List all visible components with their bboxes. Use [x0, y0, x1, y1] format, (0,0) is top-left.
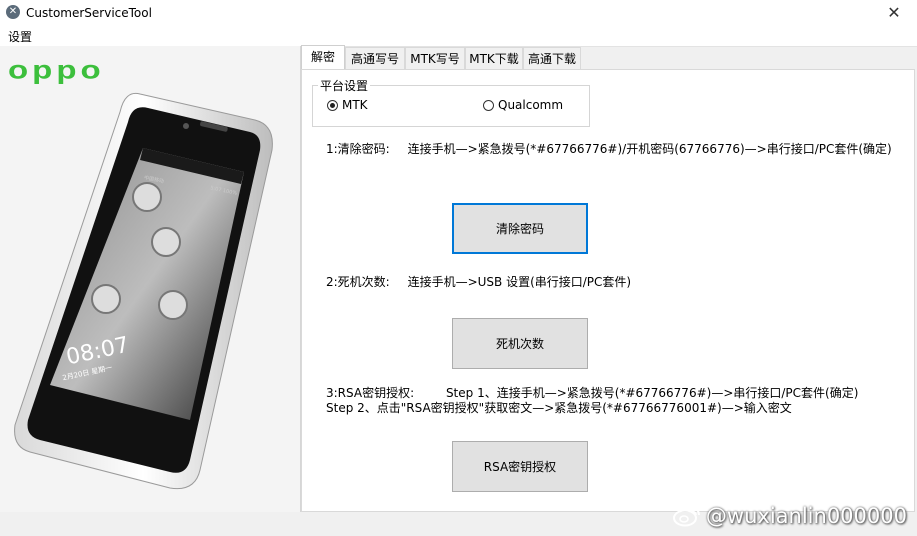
- death-count-button[interactable]: 死机次数: [452, 318, 588, 369]
- tab-mtk-write[interactable]: MTK写号: [405, 47, 465, 69]
- menu-bar: 设置: [0, 26, 917, 47]
- phone-image: [14, 92, 273, 490]
- death-count-instruction: 连接手机—>USB 设置(串行接口/PC套件): [407, 275, 632, 289]
- tab-decrypt[interactable]: 解密: [301, 45, 345, 69]
- death-count-row: 2:死机次数: 连接手机—>USB 设置(串行接口/PC套件): [326, 273, 631, 290]
- title-bar: ✕ CustomerServiceTool ✕: [0, 0, 917, 26]
- rsa-step1: Step 1、连接手机—>紧急拨号(*#67766776#)—>串行接口/PC套…: [445, 386, 859, 400]
- clear-password-label: 1:清除密码:: [326, 142, 390, 156]
- watermark: @wuxianlin000000: [672, 504, 907, 528]
- close-button[interactable]: ✕: [871, 0, 917, 26]
- watermark-text: @wuxianlin000000: [705, 504, 907, 528]
- tab-mtk-download[interactable]: MTK下载: [465, 47, 523, 69]
- platform-group: 平台设置 MTK Qualcomm: [312, 77, 590, 127]
- death-count-label: 2:死机次数:: [326, 275, 390, 289]
- radio-mtk[interactable]: MTK: [327, 98, 368, 112]
- app-icon: ✕: [6, 5, 20, 19]
- rsa-auth-button[interactable]: RSA密钥授权: [452, 441, 588, 492]
- clear-password-row: 1:清除密码: 连接手机—>紧急拨号(*#67766776#)/开机密码(677…: [326, 140, 892, 157]
- brand-panel: oppo 08:07 2月20日 星期一 中国移动 5:07 100%: [0, 46, 301, 512]
- weibo-icon: [672, 507, 700, 527]
- radio-qualcomm[interactable]: Qualcomm: [483, 98, 563, 112]
- tab-qualcomm-download[interactable]: 高通下载: [523, 47, 581, 69]
- tab-qualcomm-write[interactable]: 高通写号: [345, 47, 405, 69]
- radio-qualcomm-label: Qualcomm: [498, 98, 564, 112]
- decrypt-panel: 平台设置 MTK Qualcomm 1:清除密码: 连接手机—>紧急拨号(*#6…: [301, 69, 915, 512]
- menu-settings[interactable]: 设置: [8, 28, 32, 45]
- rsa-step2: Step 2、点击"RSA密钥授权"获取密文—>紧急拨号(*#677667760…: [326, 401, 792, 415]
- rsa-label: 3:RSA密钥授权:: [326, 386, 415, 400]
- clear-password-button[interactable]: 清除密码: [452, 203, 588, 254]
- radio-unchecked-icon: [483, 99, 494, 111]
- clear-password-instruction: 连接手机—>紧急拨号(*#67766776#)/开机密码(67766776)—>…: [407, 142, 892, 156]
- window-title: CustomerServiceTool: [26, 6, 152, 20]
- platform-legend: 平台设置: [318, 77, 371, 94]
- radio-checked-icon: [327, 99, 338, 111]
- radio-mtk-label: MTK: [342, 98, 368, 112]
